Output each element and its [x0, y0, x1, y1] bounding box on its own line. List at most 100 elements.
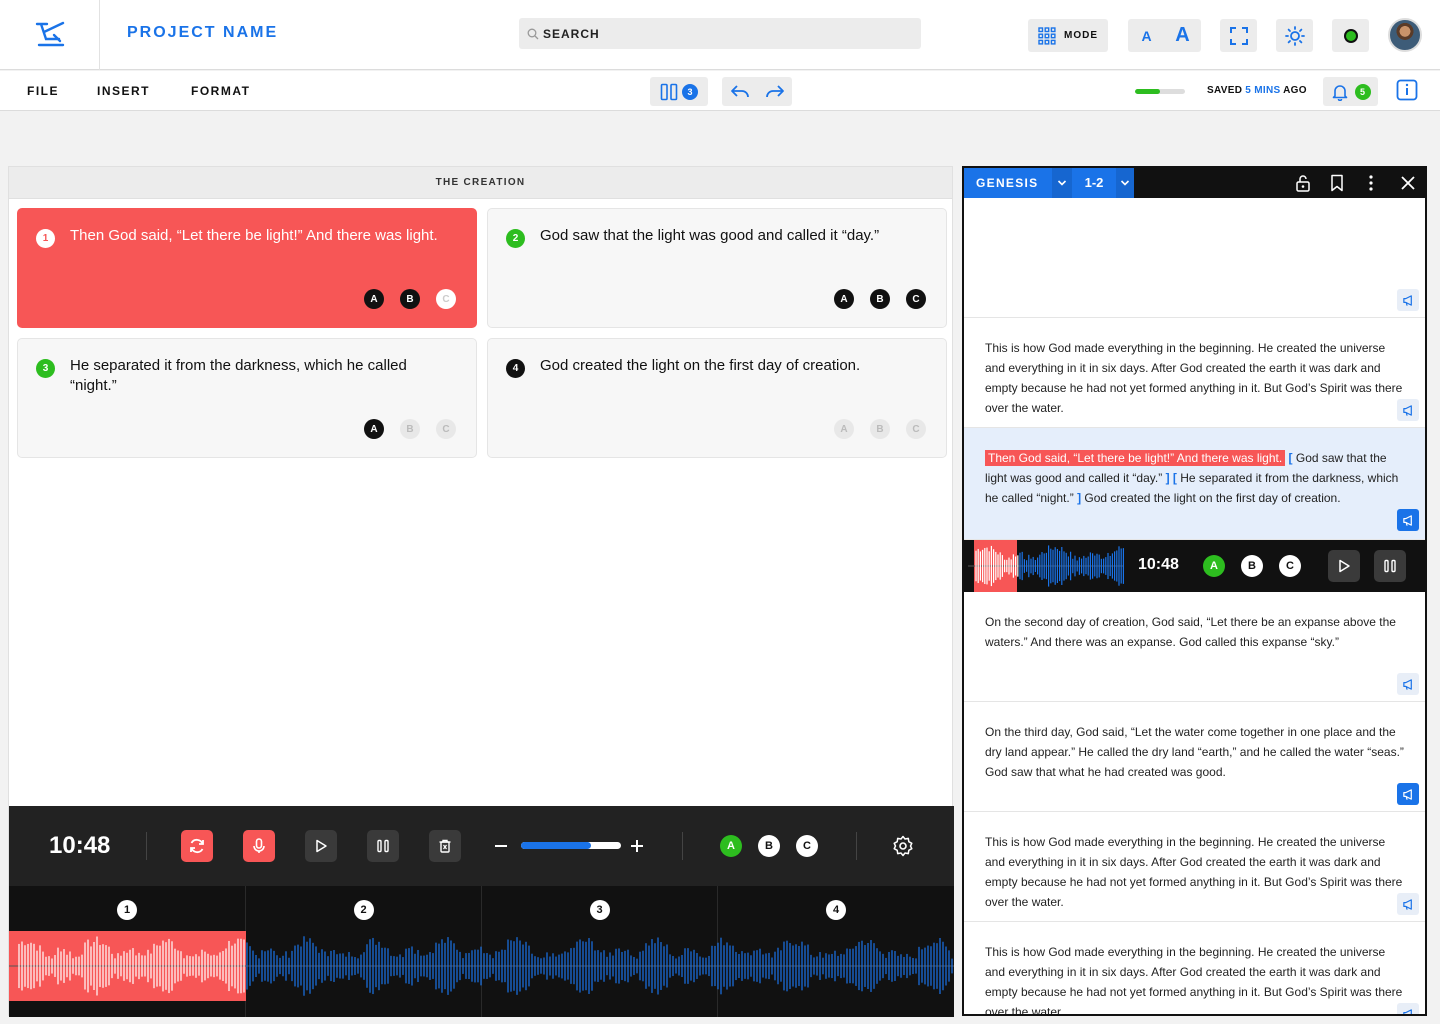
theme-button[interactable] [1276, 19, 1313, 52]
font-large-button[interactable]: A [1165, 24, 1201, 47]
announce-button[interactable] [1397, 783, 1419, 805]
segment-number: 4 [826, 900, 846, 920]
menu-bar: FILE INSERT FORMAT 3 SAVED 5 MINS AGO 5 [0, 71, 1440, 111]
verse-card-3[interactable]: 3 He separated it from the darkness, whi… [17, 338, 477, 458]
passage-block[interactable]: This is how God made everything in the b… [964, 318, 1425, 428]
chapter-dropdown-button[interactable] [1116, 168, 1134, 198]
pause-button[interactable] [1374, 550, 1406, 582]
passage-block[interactable]: This is how God made everything in the b… [964, 812, 1425, 922]
segment-number: 3 [589, 900, 610, 920]
highlighted-verse[interactable]: Then God said, “Let there be light!” And… [985, 450, 1286, 466]
passage-text: This is how God made everything in the b… [985, 945, 1403, 1016]
record-button[interactable] [243, 830, 275, 862]
passage-block-active[interactable]: Then God said, “Let there be light!” And… [964, 428, 1425, 540]
passage-block[interactable]: This is how God made everything in the b… [964, 922, 1425, 1016]
notifications-count-badge: 5 [1354, 83, 1371, 100]
audio-player: 10:48 A B C [9, 806, 954, 886]
passage-block[interactable]: On the second day of creation, God said,… [964, 592, 1425, 702]
saved-suffix: AGO [1280, 85, 1307, 96]
take-b-button[interactable]: B [758, 835, 780, 857]
verse-text[interactable]: God created the light on the first day o… [1084, 491, 1340, 505]
take-b-chip[interactable]: B [870, 419, 890, 439]
take-a-chip[interactable]: A [834, 289, 854, 309]
menu-file[interactable]: FILE [27, 84, 59, 98]
rerecord-button[interactable] [181, 830, 213, 862]
close-button[interactable] [1391, 168, 1425, 198]
fullscreen-button[interactable] [1220, 19, 1257, 52]
settings-gear-icon[interactable] [892, 835, 914, 857]
take-a-button[interactable]: A [1203, 555, 1225, 577]
card-take-chips: A B C [364, 289, 456, 309]
undo-icon[interactable] [730, 84, 750, 100]
divider [146, 832, 147, 860]
announce-button[interactable] [1397, 1003, 1419, 1014]
sun-icon [1284, 25, 1305, 46]
verse-bracket: ] [ [1165, 471, 1177, 485]
announce-button[interactable] [1397, 399, 1419, 421]
chevron-down-icon [1057, 180, 1067, 186]
volume-slider[interactable] [521, 842, 621, 849]
take-c-chip[interactable]: C [436, 289, 456, 309]
columns-button[interactable]: 3 [650, 77, 708, 106]
segment-number: 1 [117, 900, 137, 920]
take-b-chip[interactable]: B [400, 289, 420, 309]
redo-icon[interactable] [765, 84, 785, 100]
font-small-button[interactable]: A [1129, 28, 1165, 44]
menu-format[interactable]: FORMAT [191, 84, 250, 98]
search-input[interactable]: SEARCH [519, 18, 921, 49]
save-progress-bar [1135, 89, 1185, 94]
card-text: God created the light on the first day o… [540, 357, 861, 374]
megaphone-icon [1402, 1008, 1412, 1014]
take-b-chip[interactable]: B [400, 419, 420, 439]
trash-icon [439, 839, 451, 853]
take-c-chip[interactable]: C [906, 419, 926, 439]
bookmark-button[interactable] [1320, 168, 1354, 198]
lock-button[interactable] [1286, 168, 1320, 198]
status-button[interactable] [1332, 19, 1369, 52]
app-logo[interactable] [0, 0, 100, 70]
announce-button[interactable] [1397, 673, 1419, 695]
take-c-button[interactable]: C [1279, 555, 1301, 577]
take-a-chip[interactable]: A [364, 289, 384, 309]
take-c-chip[interactable]: C [906, 289, 926, 309]
passage-block[interactable]: On the third day, God said, “Let the wat… [964, 702, 1425, 812]
take-c-button[interactable]: C [796, 835, 818, 857]
announce-button[interactable] [1397, 289, 1419, 311]
pause-button[interactable] [367, 830, 399, 862]
project-name[interactable]: PROJECT NAME [127, 24, 278, 42]
chapter-select[interactable]: 1-2 [1072, 168, 1116, 198]
announce-button[interactable] [1397, 893, 1419, 915]
passage-block[interactable] [964, 198, 1425, 318]
mode-button[interactable]: MODE [1028, 19, 1108, 52]
more-button[interactable] [1354, 168, 1388, 198]
card-text: He separated it from the darkness, which… [70, 357, 407, 394]
volume-down-icon[interactable] [493, 842, 509, 850]
book-dropdown-button[interactable] [1052, 168, 1072, 198]
take-a-chip[interactable]: A [364, 419, 384, 439]
take-b-chip[interactable]: B [870, 289, 890, 309]
take-a-chip[interactable]: A [834, 419, 854, 439]
volume-up-icon[interactable] [629, 838, 645, 854]
take-b-button[interactable]: B [1241, 555, 1263, 577]
info-button[interactable] [1396, 79, 1418, 106]
menu-insert[interactable]: INSERT [97, 84, 150, 98]
verse-card-4[interactable]: 4 God created the light on the first day… [487, 338, 947, 458]
passage-waveform[interactable] [968, 540, 1124, 592]
user-avatar[interactable] [1388, 18, 1422, 52]
notifications-button[interactable]: 5 [1323, 77, 1378, 106]
take-c-chip[interactable]: C [436, 419, 456, 439]
delete-button[interactable] [429, 830, 461, 862]
book-select[interactable]: GENESIS [964, 168, 1052, 198]
bell-icon [1332, 84, 1347, 101]
take-a-button[interactable]: A [720, 835, 742, 857]
verse-card-2[interactable]: 2 God saw that the light was good and ca… [487, 208, 947, 328]
scripture-panel: GENESIS 1-2 This is how God made everyth… [962, 166, 1427, 1016]
status-dot-icon [1343, 28, 1358, 43]
verse-card-1[interactable]: 1 Then God said, “Let there be light!” A… [17, 208, 477, 328]
play-button[interactable] [305, 830, 337, 862]
megaphone-icon [1402, 678, 1412, 690]
announce-button[interactable] [1397, 509, 1419, 531]
timeline-waveform[interactable] [9, 931, 954, 1001]
play-button[interactable] [1328, 550, 1360, 582]
pause-icon [377, 839, 389, 853]
